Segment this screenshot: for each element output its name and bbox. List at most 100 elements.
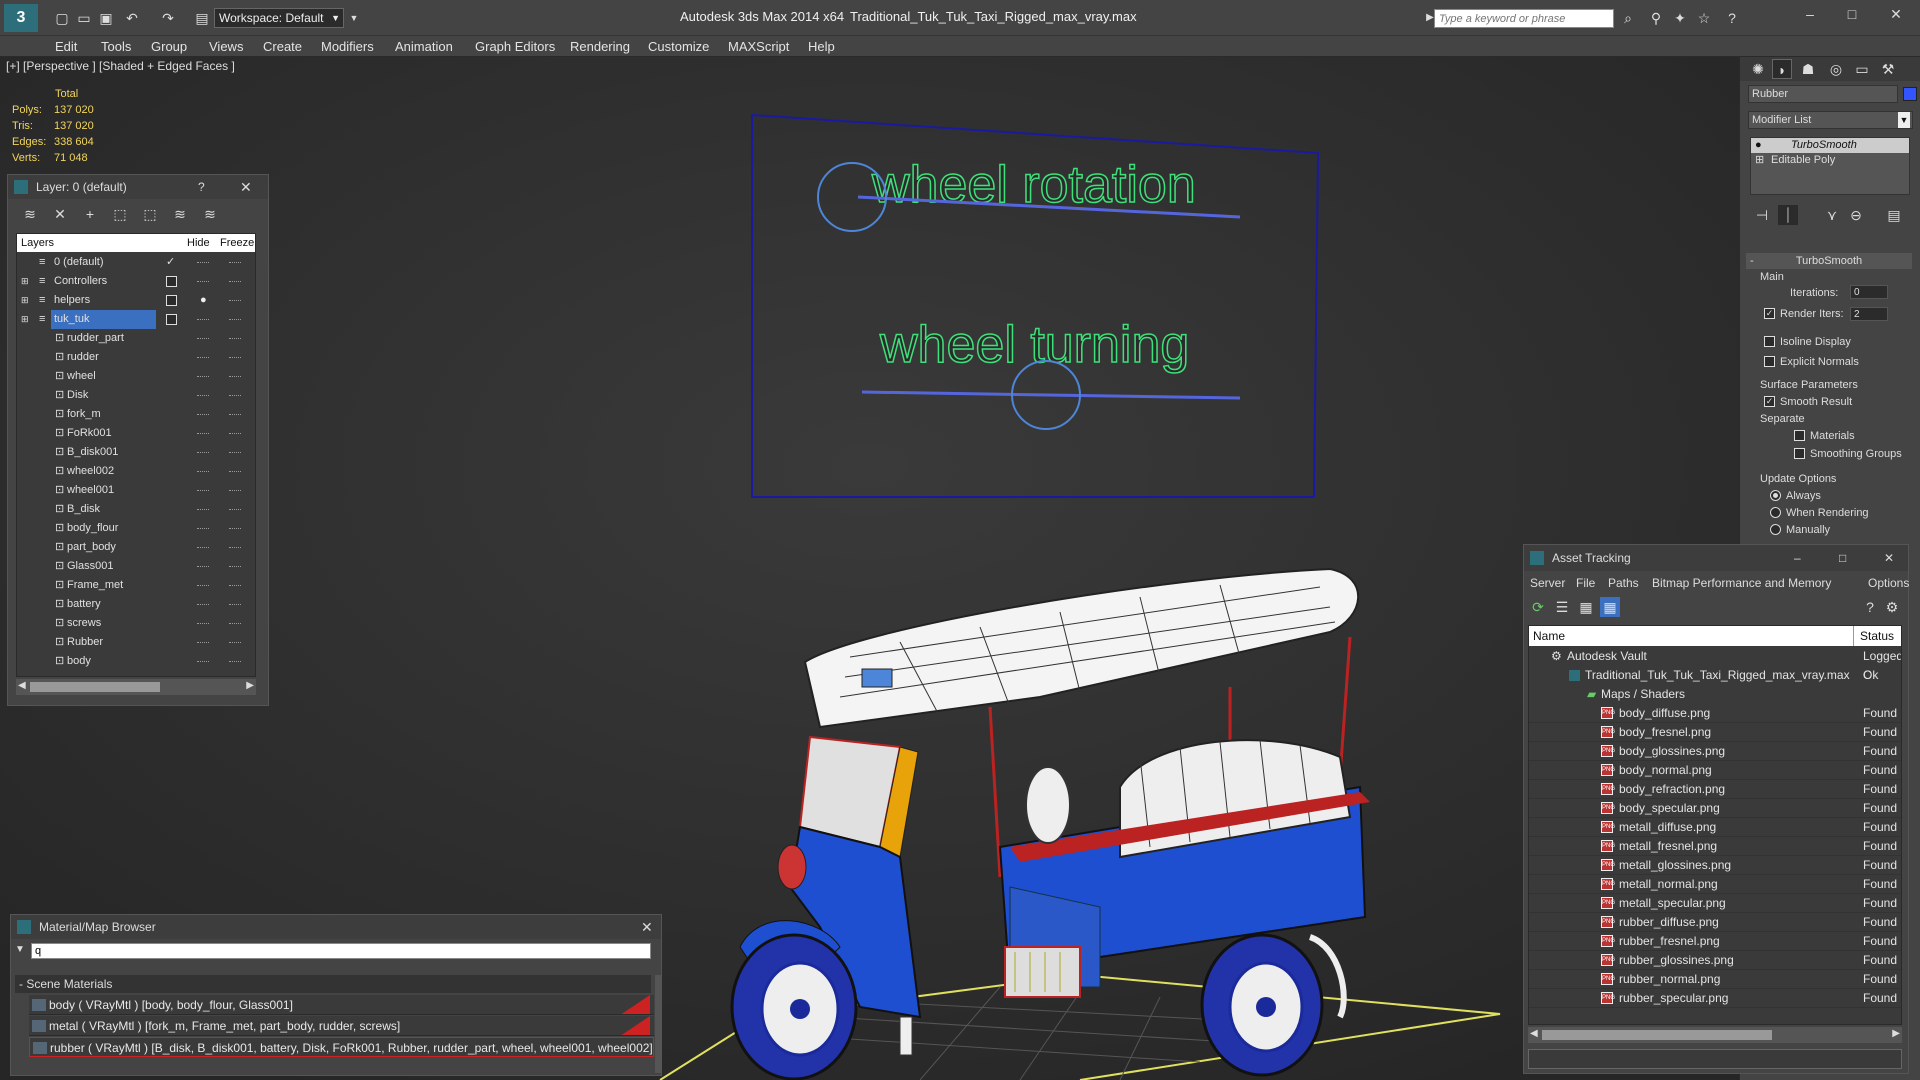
hide-toggle[interactable] xyxy=(197,471,209,472)
hide-toggle[interactable] xyxy=(197,661,209,662)
object-row[interactable]: ⊡ battery xyxy=(17,595,255,614)
menu-tools[interactable]: Tools xyxy=(101,39,131,54)
display-tab-icon[interactable]: ▭ xyxy=(1852,59,1872,79)
hierarchy-tab-icon[interactable]: ☗ xyxy=(1798,59,1818,79)
pin-stack-icon[interactable]: ⊣ xyxy=(1752,205,1772,225)
expand-icon[interactable]: ⊞ xyxy=(21,291,29,310)
minimize-icon[interactable]: – xyxy=(1794,545,1801,571)
freeze-toggle[interactable] xyxy=(229,357,241,358)
freeze-toggle[interactable] xyxy=(229,319,241,320)
menu-rendering[interactable]: Rendering xyxy=(570,39,630,54)
project-folder-icon[interactable]: ▤ xyxy=(192,8,212,28)
menu-create[interactable]: Create xyxy=(263,39,302,54)
list-view-icon[interactable]: ☰ xyxy=(1552,597,1572,617)
hide-toggle[interactable] xyxy=(197,433,209,434)
hide-toggle[interactable] xyxy=(197,395,209,396)
asset-map-row[interactable]: PNG body_normal.png Found xyxy=(1529,761,1901,780)
object-row[interactable]: ⊡ wheel xyxy=(17,367,255,386)
freeze-toggle[interactable] xyxy=(229,661,241,662)
menu-animation[interactable]: Animation xyxy=(395,39,453,54)
object-row[interactable]: ⊡ body xyxy=(17,652,255,671)
object-row[interactable]: ⊡ rudder xyxy=(17,348,255,367)
freeze-all-icon[interactable]: ≋ xyxy=(200,204,220,224)
object-row[interactable]: ⊡ fork_m xyxy=(17,405,255,424)
freeze-toggle[interactable] xyxy=(229,547,241,548)
layer-row[interactable]: ⊞ ≡ Controllers xyxy=(17,272,255,291)
hide-toggle[interactable] xyxy=(197,357,209,358)
hide-toggle[interactable] xyxy=(197,262,209,263)
object-row[interactable]: ⊡ B_disk001 xyxy=(17,443,255,462)
close-icon[interactable]: ✕ xyxy=(240,175,252,199)
object-row[interactable]: ⊡ B_disk xyxy=(17,500,255,519)
object-row[interactable]: ⊡ FoRk001 xyxy=(17,424,255,443)
layer-current-checkbox[interactable] xyxy=(166,314,177,325)
asset-map-row[interactable]: PNG metall_specular.png Found xyxy=(1529,894,1901,913)
menu-customize[interactable]: Customize xyxy=(648,39,709,54)
turbosmooth-rollout-header[interactable]: - TurboSmooth xyxy=(1746,253,1912,269)
refresh-icon[interactable]: ⟳ xyxy=(1528,597,1548,617)
modifier-list-dropdown[interactable]: Modifier List ▼ xyxy=(1748,111,1913,129)
menu-views[interactable]: Views xyxy=(209,39,243,54)
settings-icon[interactable]: ⚙ xyxy=(1882,597,1902,617)
object-row[interactable]: ⊡ Disk xyxy=(17,386,255,405)
col-status[interactable]: Status xyxy=(1853,626,1894,646)
hide-toggle[interactable] xyxy=(197,452,209,453)
col-freeze[interactable]: Freeze xyxy=(220,234,254,252)
asset-map-row[interactable]: PNG metall_glossines.png Found xyxy=(1529,856,1901,875)
scene-materials-header[interactable]: - Scene Materials xyxy=(15,975,651,993)
layer-panel-title[interactable]: Layer: 0 (default) ? ✕ xyxy=(8,175,268,199)
select-layer-icon[interactable]: ⬚ xyxy=(140,204,160,224)
object-row[interactable]: ⊡ body_flour xyxy=(17,519,255,538)
open-file-icon[interactable]: ▭ xyxy=(74,8,94,28)
col-layers[interactable]: Layers xyxy=(21,234,54,252)
expand-icon[interactable]: ⊞ xyxy=(21,310,29,329)
remove-modifier-icon[interactable]: ⊖ xyxy=(1846,205,1866,225)
asset-menu-paths[interactable]: Paths xyxy=(1608,572,1639,594)
object-name-field[interactable] xyxy=(1748,85,1898,103)
asset-map-row[interactable]: PNG body_refraction.png Found xyxy=(1529,780,1901,799)
object-row[interactable]: ⊡ Glass001 xyxy=(17,557,255,576)
hide-toggle[interactable] xyxy=(197,547,209,548)
asset-map-row[interactable]: PNG body_fresnel.png Found xyxy=(1529,723,1901,742)
hide-toggle[interactable] xyxy=(197,585,209,586)
menu-maxscript[interactable]: MAXScript xyxy=(728,39,789,54)
smooth-result-checkbox[interactable]: ✓ xyxy=(1764,396,1775,407)
motion-tab-icon[interactable]: ◎ xyxy=(1826,59,1846,79)
when-rendering-radio[interactable] xyxy=(1770,507,1781,518)
hide-toggle[interactable] xyxy=(197,528,209,529)
bulb-icon[interactable]: ● xyxy=(1755,138,1762,153)
object-row[interactable]: ⊡ Rubber xyxy=(17,633,255,652)
menu-edit[interactable]: Edit xyxy=(55,39,77,54)
help-icon[interactable]: ? xyxy=(198,175,205,199)
manually-radio[interactable] xyxy=(1770,524,1781,535)
smoothing-groups-checkbox[interactable] xyxy=(1794,448,1805,459)
viewport-label[interactable]: [+] [Perspective ] [Shaded + Edged Faces… xyxy=(6,59,235,73)
menu-help[interactable]: Help xyxy=(808,39,835,54)
asset-map-row[interactable]: PNG body_glossines.png Found xyxy=(1529,742,1901,761)
freeze-toggle[interactable] xyxy=(229,262,241,263)
maximize-icon[interactable]: □ xyxy=(1842,4,1862,24)
asset-menu-bitmap[interactable]: Bitmap Performance and Memory xyxy=(1652,572,1831,594)
help-icon[interactable]: ? xyxy=(1860,597,1880,617)
hide-toggle[interactable] xyxy=(197,509,209,510)
save-icon[interactable]: ▣ xyxy=(96,8,116,28)
hide-toggle[interactable] xyxy=(197,642,209,643)
hide-toggle[interactable] xyxy=(197,604,209,605)
help-icon[interactable]: ? xyxy=(1722,8,1742,28)
freeze-toggle[interactable] xyxy=(229,376,241,377)
close-icon[interactable]: ✕ xyxy=(641,915,653,939)
hide-toggle[interactable] xyxy=(197,414,209,415)
hide-all-icon[interactable]: ≋ xyxy=(170,204,190,224)
show-end-result-icon[interactable]: ⏐ xyxy=(1778,205,1798,225)
asset-row-maps-folder[interactable]: ▰ Maps / Shaders xyxy=(1529,685,1901,704)
menu-group[interactable]: Group xyxy=(151,39,187,54)
scroll-left-arrow[interactable]: ◀ xyxy=(1530,1028,1538,1039)
asset-map-row[interactable]: PNG metall_fresnel.png Found xyxy=(1529,837,1901,856)
object-row[interactable]: ⊡ part_body xyxy=(17,538,255,557)
asset-horizontal-scrollbar[interactable]: ◀ ▶ xyxy=(1528,1027,1902,1043)
expand-icon[interactable]: ⊞ xyxy=(1755,153,1764,168)
table-view-icon[interactable]: ▦ xyxy=(1600,597,1620,617)
close-icon[interactable]: ✕ xyxy=(1886,4,1906,24)
add-to-layer-icon[interactable]: + xyxy=(80,204,100,224)
asset-row-max-file[interactable]: Traditional_Tuk_Tuk_Taxi_Rigged_max_vray… xyxy=(1529,666,1901,685)
